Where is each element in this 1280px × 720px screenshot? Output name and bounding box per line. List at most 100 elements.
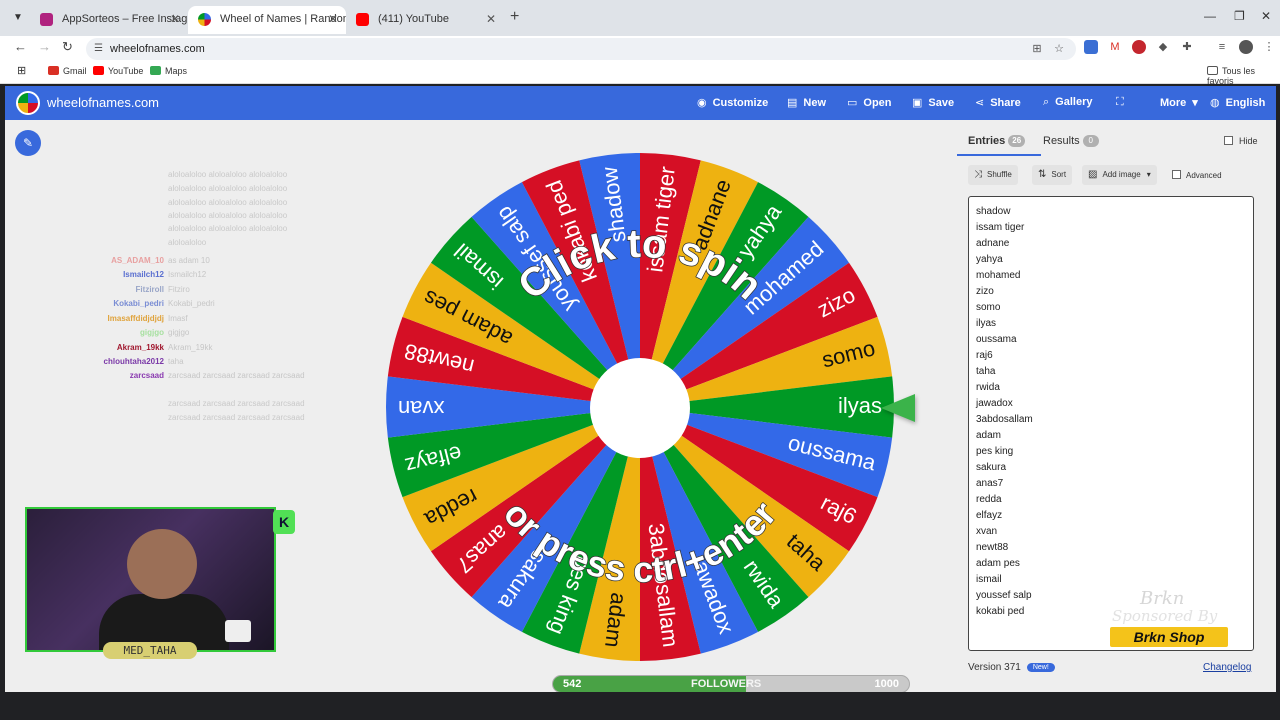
- minimize-icon[interactable]: —: [1204, 9, 1216, 23]
- reload-icon[interactable]: ↻: [62, 39, 73, 55]
- gallery-button[interactable]: ⌕ Gallery: [1043, 96, 1092, 109]
- chat-username: Imasaffdidjdjdj: [107, 314, 164, 323]
- entry-line: adam: [976, 430, 1002, 441]
- customize-button[interactable]: ◉ Customize: [697, 96, 768, 109]
- bookmarks-bar: ⊞ Gmail YouTube Maps Tous les favoris: [0, 62, 1280, 86]
- wheel-hub[interactable]: [590, 358, 690, 458]
- chat-faint-line: aloloaloloo aloloaloloo aloloaloloo: [168, 184, 288, 193]
- chat-faint-line: aloloaloloo aloloaloloo aloloaloloo: [168, 211, 288, 220]
- extension-bitwarden-icon[interactable]: [1084, 40, 1098, 54]
- followers-current: 542: [563, 678, 582, 690]
- bookmark-star-icon[interactable]: ☆: [1052, 42, 1066, 56]
- appsorteos-favicon-icon: [40, 13, 53, 26]
- close-icon[interactable]: ✕: [328, 6, 338, 32]
- bookmark-maps[interactable]: Maps: [150, 66, 187, 76]
- file-icon: ▤: [787, 97, 798, 109]
- shuffle-button[interactable]: ⤨ Shuffle: [968, 165, 1018, 185]
- close-icon[interactable]: ✕: [486, 6, 496, 32]
- new-button[interactable]: ▤ New: [787, 96, 826, 109]
- kick-logo-icon: K: [273, 510, 295, 534]
- address-bar[interactable]: ☰ wheelofnames.com ⊞ ☆: [86, 38, 1076, 60]
- media-icon[interactable]: ≡: [1215, 40, 1229, 54]
- chat-message-text: Akram_19kk: [168, 343, 213, 352]
- wheel-slice-label: xvan: [398, 396, 444, 421]
- results-count-badge: 0: [1082, 135, 1099, 147]
- language-button[interactable]: ◍ English: [1210, 96, 1265, 109]
- tab-label: Entries: [968, 135, 1006, 147]
- profile-avatar[interactable]: [1239, 40, 1253, 54]
- close-icon[interactable]: ✕: [170, 6, 180, 32]
- sponsor-watermark: Brkn Sponsored By Brkn Shop: [1110, 585, 1230, 649]
- sponsor-logo-text: Brkn: [1140, 588, 1185, 609]
- bookmark-youtube[interactable]: YouTube: [93, 66, 143, 76]
- open-button[interactable]: ▭ Open: [847, 96, 892, 109]
- tab-appsorteos[interactable]: AppSorteos – Free Instagram C ✕: [30, 6, 188, 34]
- url-text: wheelofnames.com: [110, 43, 205, 55]
- entry-line: ilyas: [976, 318, 997, 329]
- kebab-menu-icon[interactable]: ⋮: [1262, 40, 1276, 54]
- brand-name[interactable]: wheelofnames.com: [47, 95, 159, 110]
- tab-search-icon[interactable]: ▼: [10, 10, 26, 26]
- mug-image: [225, 620, 251, 642]
- image-icon: ▨: [1088, 169, 1098, 180]
- chat-username: chlouhtaha2012: [103, 357, 164, 366]
- button-label: Add image: [1102, 170, 1141, 179]
- entry-line: zizo: [976, 286, 994, 297]
- advanced-checkbox[interactable]: Advanced: [1172, 170, 1222, 180]
- tab-youtube[interactable]: (411) YouTube ✕: [346, 6, 504, 34]
- extension-shield-icon[interactable]: ◆: [1156, 40, 1170, 54]
- menu-label: Open: [863, 97, 892, 109]
- entry-line: xvan: [976, 526, 998, 537]
- share-button[interactable]: ⋖ Share: [975, 96, 1021, 109]
- wheel-logo-icon[interactable]: [16, 91, 40, 115]
- sort-button[interactable]: ⇅ Sort: [1032, 165, 1073, 185]
- chat-message-text: as adam 10: [168, 256, 210, 265]
- tab-results[interactable]: Results 0: [1043, 135, 1099, 147]
- translate-icon[interactable]: ⊞: [1030, 42, 1044, 56]
- extension-gmail-icon[interactable]: M: [1108, 40, 1122, 54]
- apps-grid-icon[interactable]: ⊞: [17, 64, 26, 77]
- close-window-icon[interactable]: ✕: [1261, 9, 1271, 23]
- chat-username: Akram_19kk: [116, 343, 164, 352]
- more-button[interactable]: More ▾: [1160, 96, 1198, 109]
- sort-icon: ⇅: [1038, 169, 1047, 180]
- new-tab-icon[interactable]: +: [510, 8, 519, 26]
- tab-entries[interactable]: Entries 26: [968, 135, 1026, 147]
- site-info-icon[interactable]: ☰: [94, 38, 103, 60]
- pencil-icon: ✎: [22, 136, 34, 150]
- checkbox-icon[interactable]: [1172, 170, 1181, 179]
- chat-username: Ismailch12: [123, 270, 164, 279]
- back-icon[interactable]: ←: [14, 39, 27, 54]
- add-image-button[interactable]: ▨ Add image ▾: [1082, 165, 1157, 185]
- menu-label: Customize: [712, 97, 769, 109]
- button-label: Sort: [1051, 170, 1067, 179]
- fullscreen-button[interactable]: ⛶: [1116, 96, 1130, 109]
- checkbox-icon[interactable]: [1224, 136, 1233, 145]
- entry-line: oussama: [976, 334, 1017, 345]
- entry-line: anas7: [976, 478, 1004, 489]
- forward-icon[interactable]: →: [38, 39, 51, 54]
- bookmark-gmail[interactable]: Gmail: [48, 66, 87, 76]
- entries-textarea[interactable]: shadow issam tiger adnane yahya mohamed zizo s…: [968, 196, 1254, 651]
- palette-icon: ◉: [697, 97, 707, 109]
- share-icon: ⋖: [975, 97, 985, 109]
- all-bookmarks[interactable]: Tous les favoris: [1207, 66, 1280, 86]
- extensions-puzzle-icon[interactable]: ✚: [1180, 40, 1194, 54]
- bookmark-label: Maps: [165, 66, 188, 76]
- save-button[interactable]: ▣ Save: [912, 96, 954, 109]
- chat-faint-line: zarcsaad zarcsaad zarcsaad zarcsaad: [168, 399, 305, 408]
- chat-message-text: gigjgo: [168, 328, 190, 337]
- entry-line: issam tiger: [976, 222, 1025, 233]
- extension-record-icon[interactable]: [1132, 40, 1146, 54]
- chat-faint-line: zarcsaad zarcsaad zarcsaad zarcsaad: [168, 413, 305, 422]
- chevron-down-icon: ▾: [1146, 170, 1151, 179]
- tab-wheel-of-names[interactable]: Wheel of Names | Random nam ✕: [188, 6, 346, 34]
- edit-pencil-button[interactable]: ✎: [15, 130, 41, 156]
- restore-icon[interactable]: ❐: [1234, 9, 1245, 23]
- chat-username: zarcsaad: [129, 371, 164, 380]
- advanced-label: Advanced: [1186, 171, 1222, 180]
- chat-username: Fitziroll: [135, 285, 164, 294]
- changelog-link[interactable]: Changelog: [1203, 662, 1251, 673]
- entry-line: elfayz: [976, 510, 1003, 521]
- hide-checkbox[interactable]: Hide: [1224, 136, 1258, 146]
